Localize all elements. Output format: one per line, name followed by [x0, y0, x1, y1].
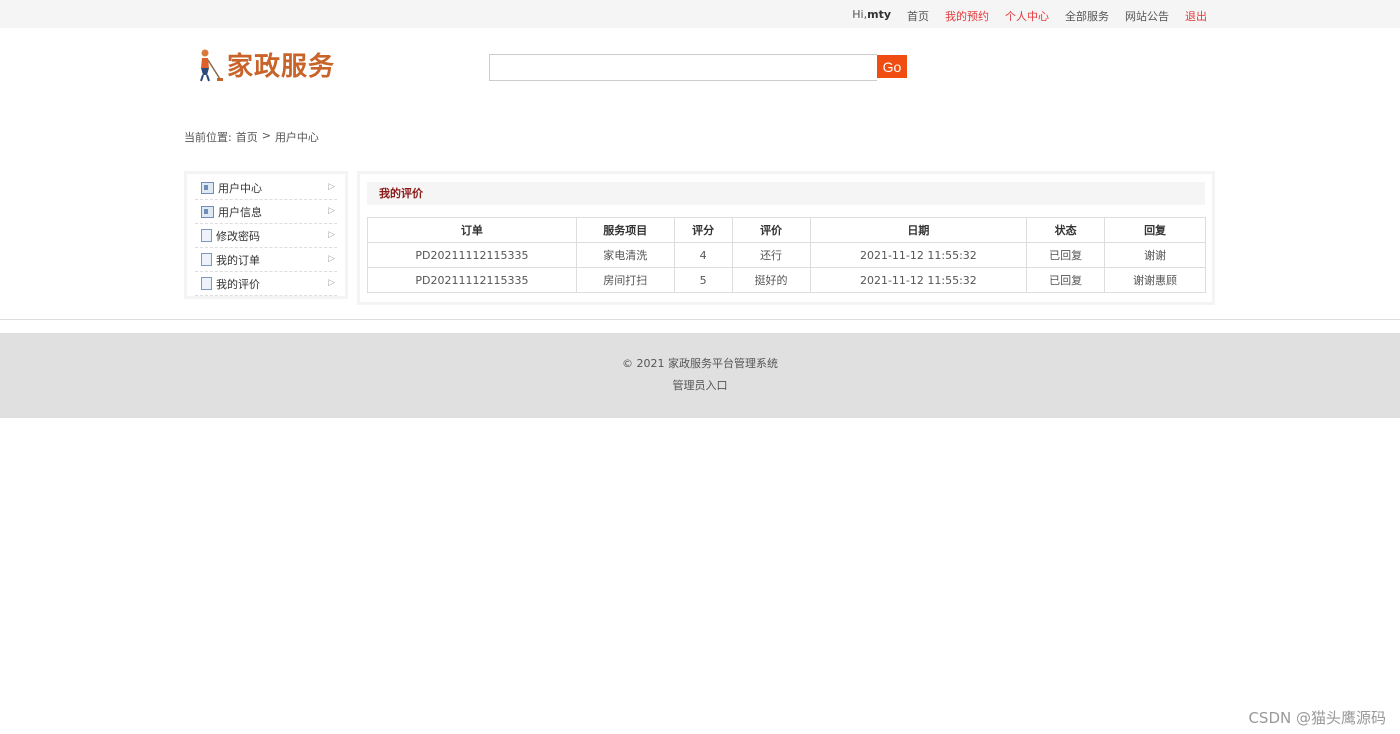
greeting-prefix: Hi,	[852, 8, 868, 21]
username: mty	[867, 8, 891, 21]
nav-all-services-link[interactable]: 全部服务	[1065, 8, 1109, 24]
sidebar-item-my-reviews[interactable]: 我的评价 ▷	[195, 272, 337, 296]
panel-title: 我的评价	[367, 182, 1205, 205]
breadcrumb: 当前位置: 首页 > 用户中心	[184, 129, 319, 145]
column-header-service: 服务项目	[575, 217, 675, 243]
column-header-review: 评价	[731, 217, 811, 243]
cell-date: 2021-11-12 11:55:32	[809, 267, 1028, 293]
column-header-score: 评分	[673, 217, 733, 243]
document-icon	[201, 229, 212, 242]
arrow-right-icon: ▷	[328, 230, 335, 240]
footer-divider	[0, 319, 1400, 320]
cell-order: PD20211112115335	[367, 267, 577, 293]
column-header-date: 日期	[809, 217, 1028, 243]
site-logo[interactable]: 家政服务	[193, 46, 335, 83]
cell-review: 挺好的	[731, 267, 811, 293]
footer: © 2021 家政服务平台管理系统 管理员入口	[0, 333, 1400, 418]
table-row: PD20211112115335 家电清洗 4 还行 2021-11-12 11…	[367, 242, 1206, 268]
reviews-table: 订单 服务项目 评分 评价 日期 状态 回复 PD20211112115335 …	[367, 217, 1206, 293]
cell-score: 5	[673, 267, 733, 293]
logo-title: 家政服务	[227, 52, 336, 82]
cell-reply: 谢谢	[1104, 242, 1206, 268]
breadcrumb-current: 用户中心	[274, 131, 319, 144]
column-header-order: 订单	[367, 217, 577, 243]
breadcrumb-prefix: 当前位置:	[184, 131, 232, 144]
nav-logout-link[interactable]: 退出	[1185, 8, 1207, 24]
nav-my-bookings-link[interactable]: 我的预约	[945, 8, 989, 24]
nav-personal-center-link[interactable]: 个人中心	[1005, 8, 1049, 24]
sidebar: 用户中心 ▷ 用户信息 ▷ 修改密码 ▷ 我的订单 ▷ 我的评价 ▷	[184, 171, 348, 299]
sidebar-item-label: 用户中心	[218, 181, 262, 195]
breadcrumb-separator: >	[261, 129, 271, 142]
cell-reply: 谢谢惠顾	[1104, 267, 1206, 293]
search-bar: Go	[489, 54, 907, 81]
admin-entry-link[interactable]: 管理员入口	[673, 377, 728, 393]
column-header-status: 状态	[1026, 217, 1106, 243]
nav-home-link[interactable]: 首页	[907, 8, 929, 24]
cell-status: 已回复	[1026, 242, 1106, 268]
search-input[interactable]	[489, 54, 877, 81]
sidebar-item-user-center[interactable]: 用户中心 ▷	[195, 176, 337, 200]
cell-order: PD20211112115335	[367, 242, 577, 268]
sidebar-item-label: 我的订单	[216, 253, 260, 267]
arrow-right-icon: ▷	[328, 254, 335, 264]
reviews-panel: 我的评价 订单 服务项目 评分 评价 日期 状态 回复 PD2021111211…	[357, 171, 1215, 305]
arrow-right-icon: ▷	[328, 206, 335, 216]
id-card-icon	[201, 205, 214, 218]
sidebar-item-label: 修改密码	[216, 229, 260, 243]
column-header-reply: 回复	[1104, 217, 1206, 243]
cell-service: 家电清洗	[575, 242, 675, 268]
arrow-right-icon: ▷	[328, 182, 335, 192]
greeting: Hi,mty	[852, 8, 891, 24]
id-card-icon	[201, 181, 214, 194]
sidebar-item-user-info[interactable]: 用户信息 ▷	[195, 200, 337, 224]
cleaner-figure-icon	[193, 48, 223, 82]
cell-review: 还行	[731, 242, 811, 268]
sidebar-item-change-password[interactable]: 修改密码 ▷	[195, 224, 337, 248]
top-bar: Hi,mty 首页 我的预约 个人中心 全部服务 网站公告 退出	[0, 0, 1400, 28]
document-icon	[201, 277, 212, 290]
go-button[interactable]: Go	[877, 55, 907, 78]
copyright-text: © 2021 家政服务平台管理系统	[622, 357, 778, 370]
arrow-right-icon: ▷	[328, 278, 335, 288]
cell-date: 2021-11-12 11:55:32	[809, 242, 1028, 268]
sidebar-item-label: 我的评价	[216, 277, 260, 291]
breadcrumb-home-link[interactable]: 首页	[236, 129, 258, 145]
sidebar-item-label: 用户信息	[218, 205, 262, 219]
nav-announcements-link[interactable]: 网站公告	[1125, 8, 1169, 24]
cell-service: 房间打扫	[575, 267, 675, 293]
sidebar-item-my-orders[interactable]: 我的订单 ▷	[195, 248, 337, 272]
watermark: CSDN @猫头鹰源码	[1248, 709, 1386, 727]
cell-score: 4	[673, 242, 733, 268]
top-links: Hi,mty 首页 我的预约 个人中心 全部服务 网站公告 退出	[852, 8, 1207, 24]
cell-status: 已回复	[1026, 267, 1106, 293]
document-icon	[201, 253, 212, 266]
table-header-row: 订单 服务项目 评分 评价 日期 状态 回复	[367, 217, 1206, 243]
table-row: PD20211112115335 房间打扫 5 挺好的 2021-11-12 1…	[367, 267, 1206, 293]
